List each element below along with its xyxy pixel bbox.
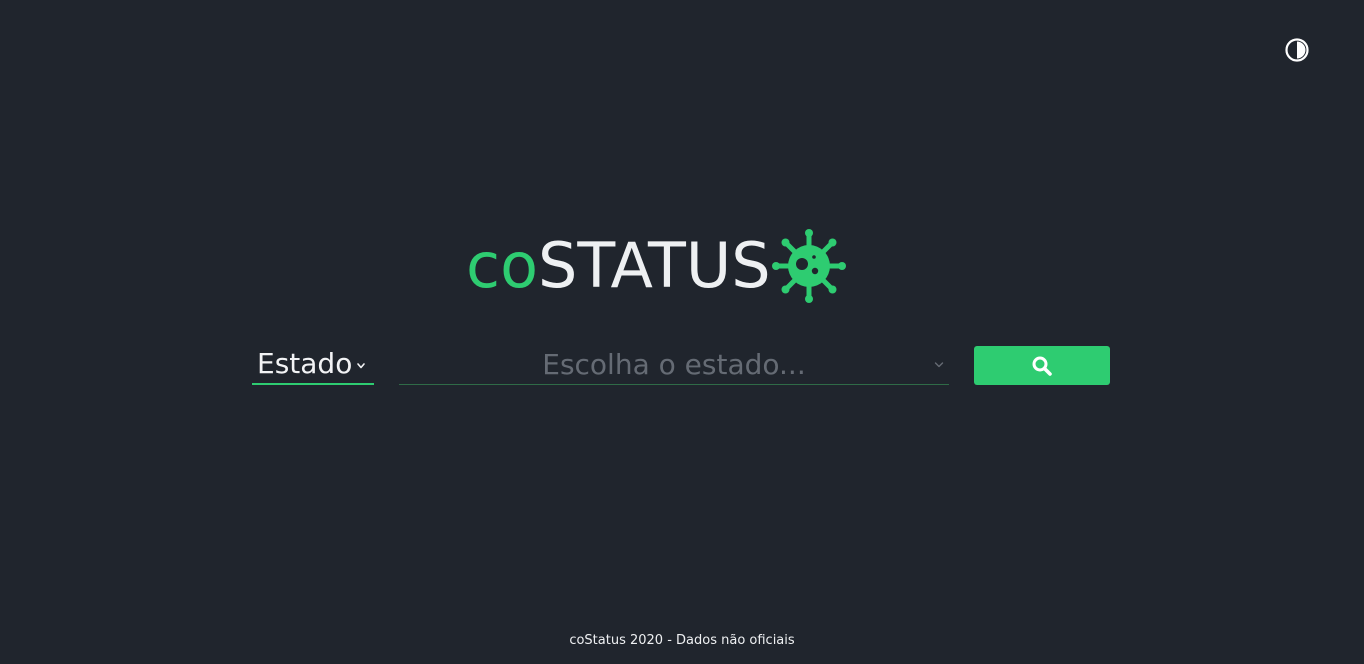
- app-logo: coSTATUS: [466, 226, 847, 306]
- state-search-combobox[interactable]: Escolha o estado...: [399, 345, 949, 385]
- contrast-icon: [1285, 38, 1309, 62]
- virus-icon: [771, 229, 846, 303]
- chevron-down-icon: [357, 363, 366, 369]
- state-search-placeholder: Escolha o estado...: [542, 347, 806, 381]
- logo-prefix: co: [466, 229, 539, 302]
- page: coSTATUS Estado Escolha o estado... coSt…: [0, 0, 1364, 664]
- theme-toggle-button[interactable]: [1285, 38, 1309, 62]
- footer-text: coStatus 2020 - Dados não oficiais: [569, 633, 795, 648]
- scope-select[interactable]: Estado: [252, 345, 374, 385]
- scope-select-label: Estado: [257, 347, 353, 380]
- logo-main: STATUS: [538, 229, 771, 302]
- chevron-down-icon[interactable]: [933, 359, 945, 371]
- logo-wordmark: coSTATUS: [466, 226, 771, 306]
- search-button[interactable]: [974, 346, 1110, 385]
- search-icon: [1032, 356, 1052, 376]
